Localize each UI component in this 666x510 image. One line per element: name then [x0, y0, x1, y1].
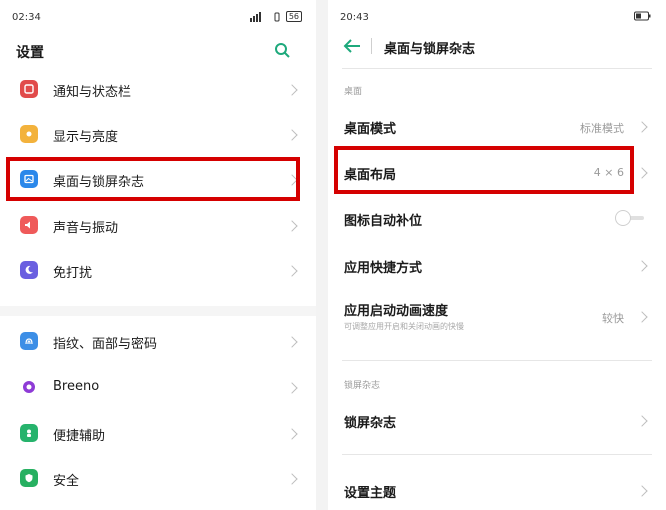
notification-icon: [20, 80, 38, 98]
chevron-right-icon: [636, 311, 648, 323]
accessibility-icon: [20, 424, 38, 442]
search-icon[interactable]: [274, 42, 290, 58]
status-icons: [634, 11, 652, 21]
setting-icon-auto-fill[interactable]: 图标自动补位: [328, 196, 666, 240]
screen-divider: [316, 0, 328, 510]
back-arrow-icon[interactable]: [342, 38, 362, 54]
chevron-right-icon: [286, 382, 298, 394]
highlight-box: [6, 157, 300, 201]
settings-item-label: 显示与亮度: [53, 130, 119, 145]
status-icons: 56: [249, 11, 302, 22]
setting-app-animation-speed[interactable]: 应用启动动画速度 可调整应用开启和关闭动画的快慢 较快: [328, 290, 666, 344]
settings-item-accessibility[interactable]: 便捷辅助: [0, 412, 316, 456]
shield-icon: [20, 469, 38, 487]
moon-icon: [20, 261, 38, 279]
settings-item-do-not-disturb[interactable]: 免打扰: [0, 249, 316, 293]
chevron-right-icon: [286, 129, 298, 141]
toggle-switch[interactable]: [614, 209, 646, 227]
setting-label: 设置主题: [344, 486, 397, 501]
setting-lock-magazine[interactable]: 锁屏杂志: [328, 398, 666, 442]
chevron-right-icon: [286, 265, 298, 277]
setting-label: 应用启动动画速度: [344, 304, 449, 319]
settings-screen: 02:34 56 设置 通知与状态栏 显示与亮度 桌面与锁屏杂志 声音与振动 免…: [0, 0, 316, 510]
chevron-right-icon: [636, 167, 648, 179]
chevron-right-icon: [636, 260, 648, 272]
status-bar: 02:34 56: [0, 10, 316, 26]
setting-label: 锁屏杂志: [344, 416, 397, 431]
setting-label: 桌面模式: [344, 122, 397, 137]
chevron-right-icon: [636, 485, 648, 497]
divider: [342, 68, 652, 69]
status-bar: 20:43: [328, 10, 666, 26]
setting-value: 较快: [602, 312, 624, 325]
brightness-icon: [20, 125, 38, 143]
settings-item-security[interactable]: 安全: [0, 457, 316, 501]
settings-item-sound[interactable]: 声音与振动: [0, 204, 316, 248]
chevron-right-icon: [286, 428, 298, 440]
highlight-box: [334, 146, 634, 194]
settings-item-label: 通知与状态栏: [53, 85, 132, 100]
section-caption: 锁屏杂志: [344, 381, 381, 391]
setting-app-shortcuts[interactable]: 应用快捷方式: [328, 243, 666, 287]
page-title: 设置: [16, 45, 44, 61]
chevron-right-icon: [286, 336, 298, 348]
settings-item-label: 便捷辅助: [53, 429, 106, 444]
divider: [342, 360, 652, 361]
fingerprint-icon: [20, 332, 38, 350]
chevron-right-icon: [286, 473, 298, 485]
status-time: 02:34: [12, 12, 41, 23]
battery-icon: [634, 11, 651, 21]
settings-item-notifications[interactable]: 通知与状态栏: [0, 68, 316, 112]
section-divider: [0, 306, 316, 316]
settings-item-label: 免打扰: [53, 266, 93, 281]
chevron-right-icon: [636, 415, 648, 427]
vibrate-icon: [274, 12, 280, 21]
settings-item-breeno[interactable]: Breeno: [0, 366, 316, 410]
setting-label: 应用快捷方式: [344, 261, 423, 276]
status-time: 20:43: [340, 12, 369, 23]
header-separator: [371, 38, 372, 54]
divider: [342, 454, 652, 455]
setting-label: 图标自动补位: [344, 214, 423, 229]
page-title: 桌面与锁屏杂志: [384, 42, 476, 57]
settings-item-label: 安全: [53, 474, 80, 489]
breeno-icon: [20, 378, 38, 396]
settings-item-label: 声音与振动: [53, 221, 119, 236]
settings-item-label: 指纹、面部与密码: [53, 337, 158, 352]
speaker-icon: [20, 216, 38, 234]
settings-item-fingerprint[interactable]: 指纹、面部与密码: [0, 320, 316, 364]
signal-icon: [249, 11, 261, 22]
setting-subtext: 可调整应用开启和关闭动画的快慢: [344, 322, 464, 331]
settings-item-label: Breeno: [53, 379, 100, 394]
battery-icon: 56: [285, 11, 302, 22]
setting-theme[interactable]: 设置主题: [328, 468, 666, 510]
desktop-lockscreen-screen: 20:43 桌面与锁屏杂志 桌面 桌面模式 标准模式 桌面布局 4 × 6 图标…: [328, 0, 666, 510]
setting-value: 标准模式: [580, 122, 624, 135]
chevron-right-icon: [286, 84, 298, 96]
settings-item-display[interactable]: 显示与亮度: [0, 113, 316, 157]
chevron-right-icon: [636, 121, 648, 133]
chevron-right-icon: [286, 220, 298, 232]
setting-desktop-mode[interactable]: 桌面模式 标准模式: [328, 104, 666, 148]
section-caption: 桌面: [344, 87, 363, 97]
